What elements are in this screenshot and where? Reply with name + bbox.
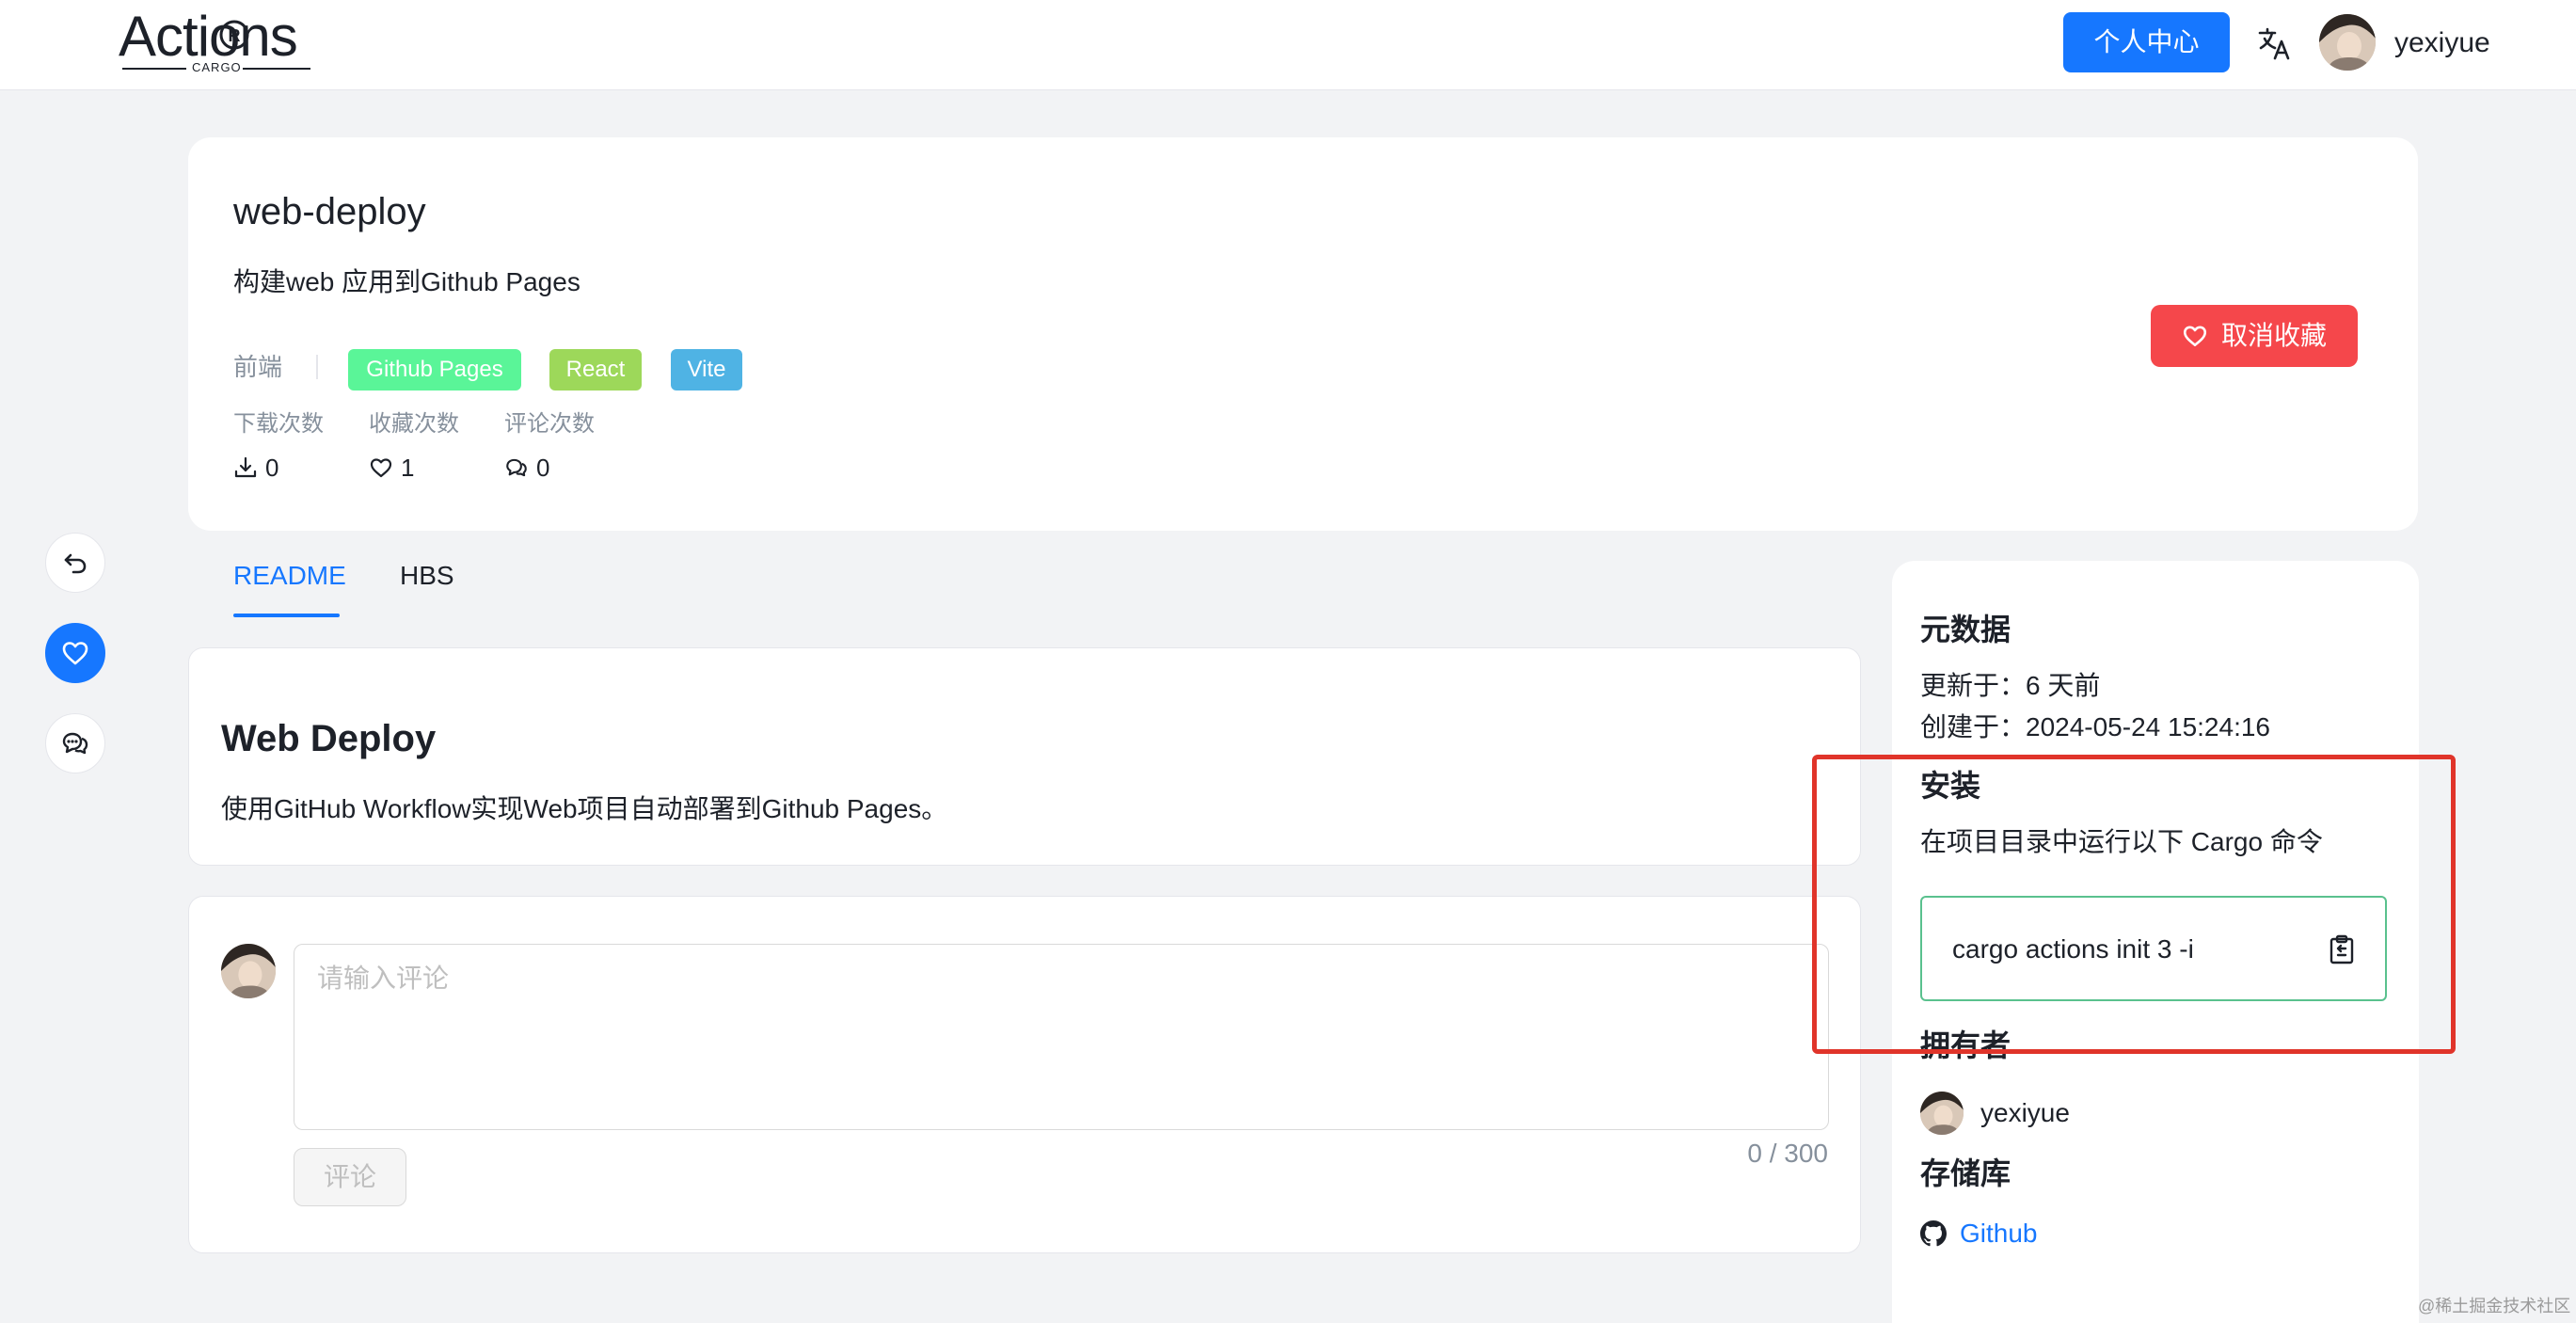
back-button[interactable] xyxy=(45,533,105,593)
top-navbar: Actions R CARGO 个人中心 yexiyue xyxy=(0,0,2576,90)
readme-paragraph: 使用GitHub Workflow实现Web项目自动部署到Github Page… xyxy=(221,794,948,823)
repository-heading: 存储库 xyxy=(1920,1156,2012,1190)
favorites-count: 1 xyxy=(401,454,415,482)
github-icon xyxy=(1920,1220,1947,1247)
actions-logo[interactable]: Actions R CARGO xyxy=(119,4,316,75)
owner-avatar[interactable] xyxy=(1920,1092,1964,1135)
tag-github-pages[interactable]: Github Pages xyxy=(348,349,521,391)
translate-icon[interactable] xyxy=(2256,24,2294,62)
tab-readme[interactable]: README xyxy=(233,557,346,595)
undo-arrow-icon xyxy=(64,553,87,574)
comments-stat: 0 xyxy=(504,452,549,484)
favorites-stat: 1 xyxy=(369,452,414,484)
downloads-stat: 0 xyxy=(233,452,278,484)
package-info-card: web-deploy 构建web 应用到Github Pages 前端 Gith… xyxy=(188,137,2418,531)
tab-hbs[interactable]: HBS xyxy=(400,557,454,595)
tag-vite[interactable]: Vite xyxy=(671,349,742,391)
comment-input[interactable] xyxy=(294,944,1829,1130)
logo-rule-right xyxy=(243,68,310,70)
comment-bubble-icon xyxy=(62,732,88,755)
heart-icon xyxy=(62,642,88,665)
category-divider xyxy=(316,355,318,379)
comment-char-count: 0 / 300 xyxy=(1747,1139,1828,1168)
unfavorite-label: 取消收藏 xyxy=(2220,321,2327,350)
highlight-annotation-box xyxy=(1812,755,2456,1054)
metadata-heading: 元数据 xyxy=(1920,613,2012,646)
downloads-count: 0 xyxy=(265,454,279,482)
personal-center-button[interactable]: 个人中心 xyxy=(2063,12,2230,72)
comment-section: 0 / 300 评论 xyxy=(188,896,1861,1253)
favorite-toggle-button[interactable] xyxy=(45,623,105,683)
logo-rule-left xyxy=(122,68,186,70)
created-time: 创建于：2024-05-24 15:24:16 xyxy=(1920,712,2270,741)
repository-link[interactable]: Github xyxy=(1920,1216,2038,1251)
svg-text:R: R xyxy=(229,26,241,45)
category-label: 前端 xyxy=(233,353,283,381)
tag-react[interactable]: React xyxy=(549,349,642,391)
logo-subtitle: CARGO xyxy=(192,60,242,74)
downloads-label: 下载次数 xyxy=(233,411,324,437)
heart-outline-icon xyxy=(370,458,392,478)
download-icon xyxy=(234,456,257,478)
submit-comment-button[interactable]: 评论 xyxy=(294,1148,406,1206)
package-title: web-deploy xyxy=(233,191,426,232)
repository-link-label: Github xyxy=(1960,1219,2038,1248)
comments-jump-button[interactable] xyxy=(45,713,105,773)
readme-content: Web Deploy 使用GitHub Workflow实现Web项目自动部署到… xyxy=(188,647,1861,866)
comments-label: 评论次数 xyxy=(504,411,595,437)
favorites-label: 收藏次数 xyxy=(369,411,459,437)
unfavorite-button[interactable]: 取消收藏 xyxy=(2151,305,2358,367)
package-description: 构建web 应用到Github Pages xyxy=(233,267,580,296)
active-tab-indicator xyxy=(233,614,340,617)
owner-name[interactable]: yexiyue xyxy=(1980,1095,2070,1131)
watermark: @稀土掘金技术社区 xyxy=(2418,1297,2571,1315)
heart-outline-icon xyxy=(2183,326,2207,346)
header-username[interactable]: yexiyue xyxy=(2394,24,2490,62)
user-avatar[interactable] xyxy=(2319,14,2376,71)
commenter-avatar xyxy=(221,944,276,998)
comment-bubble-icon xyxy=(506,458,527,477)
registered-mark-icon: R xyxy=(219,20,249,50)
updated-time: 更新于：6 天前 xyxy=(1920,671,2101,700)
readme-heading: Web Deploy xyxy=(221,718,437,759)
comments-count: 0 xyxy=(536,454,550,482)
